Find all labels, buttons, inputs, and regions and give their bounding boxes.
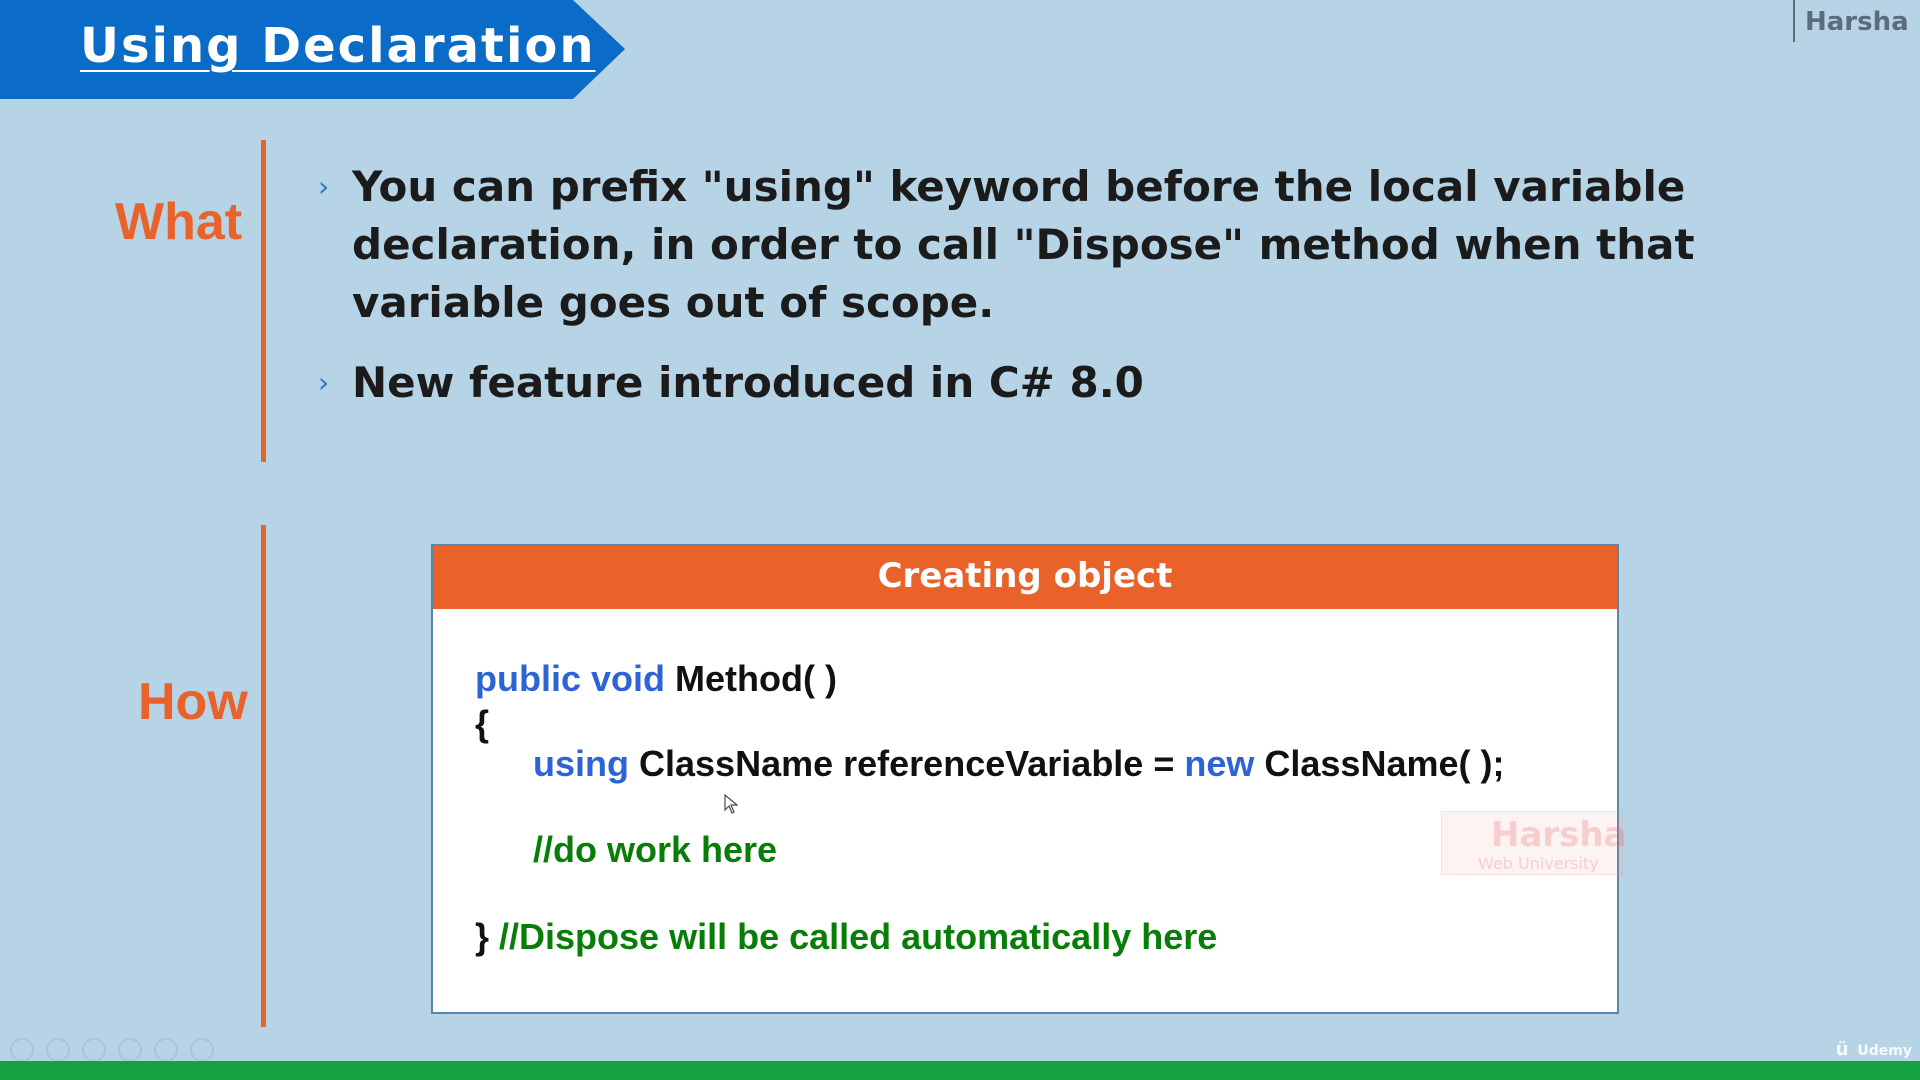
declaration-text: ClassName referenceVariable = [639,743,1185,784]
how-label: How [138,673,248,731]
player-controls [10,1038,214,1062]
bullet-marker: › [318,366,330,399]
footer-brand: ü Udemy [1836,1039,1912,1060]
code-line-2: { [475,703,490,744]
bullet-marker: › [318,170,330,203]
copy-icon[interactable] [118,1038,142,1062]
next-icon[interactable] [46,1038,70,1062]
previous-icon[interactable] [10,1038,34,1062]
code-panel-title: Creating object [433,546,1617,609]
keyword-public: public [475,658,581,699]
keyword-using: using [533,743,629,784]
bullet-item: › You can prefix "using" keyword before … [318,158,1798,332]
bullet-item: › New feature introduced in C# 8.0 [318,354,1798,412]
code-panel: Creating object public void Method( ) { … [431,544,1627,1014]
method-signature: Method( ) [675,658,837,699]
code-line-5: } //Dispose will be called automatically… [475,916,1217,958]
bottom-progress-bar [0,1061,1920,1080]
watermark-main: Harsha [1491,815,1627,855]
cursor-arrow-icon [724,794,738,814]
watermark-sub: Web University [1478,854,1599,873]
page-title: Using Declaration [80,18,596,74]
keyword-new: new [1184,743,1255,784]
dispose-comment: //Dispose will be called automatically h… [489,916,1218,957]
bullet-list: › You can prefix "using" keyword before … [318,158,1798,434]
footer-brand-text: Udemy [1857,1043,1912,1059]
code-line-3: using ClassName referenceVariable = new … [533,743,1504,785]
bullet-text: You can prefix "using" keyword before th… [352,162,1695,327]
title-banner: Using Declaration [0,0,625,99]
code-line-1: public void Method( ) [475,658,837,700]
what-divider [261,140,266,462]
brand-top: Harsha [1793,0,1920,42]
bullet-text: New feature introduced in C# 8.0 [352,358,1144,407]
more-icon[interactable] [190,1038,214,1062]
how-divider [261,525,266,1027]
search-icon[interactable] [154,1038,178,1062]
constructor-call: ClassName( ); [1264,743,1505,784]
code-comment-work: //do work here [533,829,778,870]
pen-icon[interactable] [82,1038,106,1062]
udemy-logo-icon: ü [1835,1039,1849,1060]
keyword-void: void [591,658,666,699]
what-label: What [115,193,243,251]
closing-brace: } [475,916,490,957]
